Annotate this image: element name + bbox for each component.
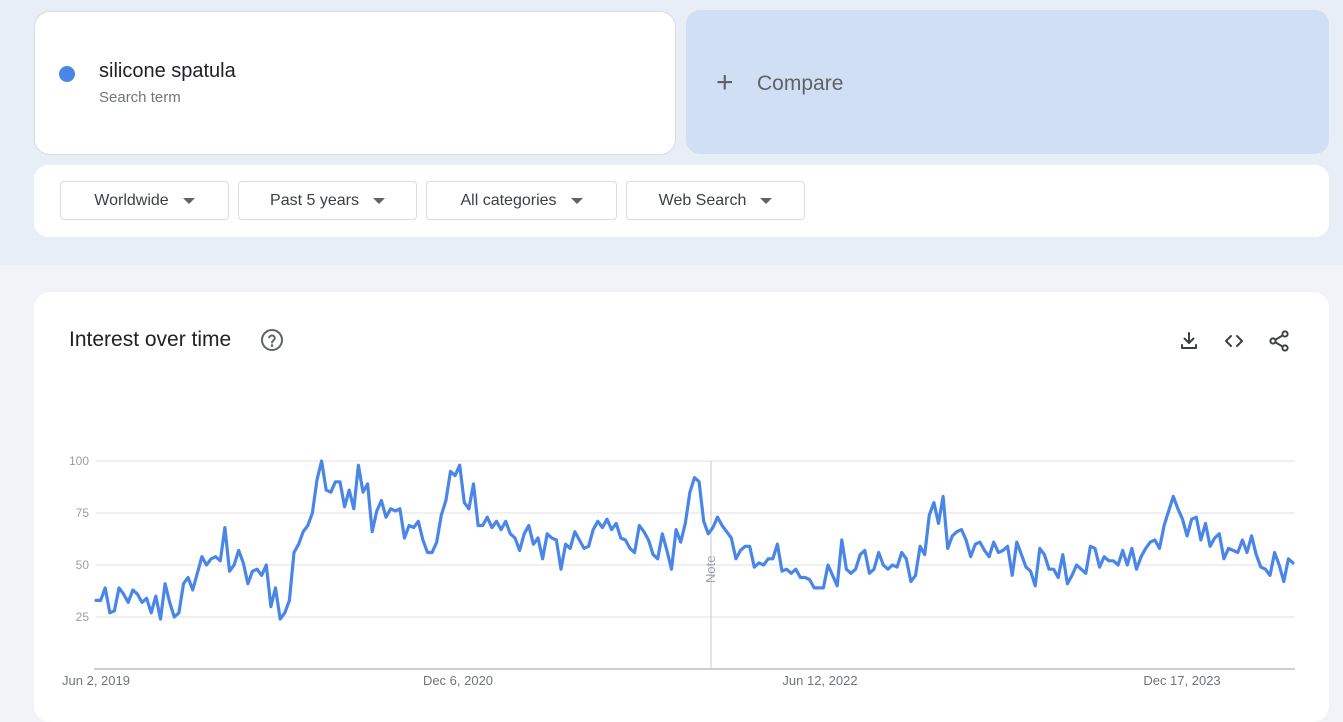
compare-label[interactable]: Compare <box>757 72 843 96</box>
y-tick-label: 75 <box>76 506 90 520</box>
series-color-dot <box>59 66 75 82</box>
series-line-0 <box>94 459 1295 621</box>
note-label: Note <box>703 556 718 583</box>
download-icon[interactable] <box>1177 329 1201 353</box>
interest-line-chart: 25 50 75 100 Note Jun 2, 2019 Dec 6, 2020 Jun 1… <box>62 454 1295 688</box>
help-circle-icon[interactable] <box>260 328 284 352</box>
time-range-dropdown-label: Past 5 years <box>270 191 359 209</box>
x-tick-label: Dec 17, 2023 <box>1143 673 1220 688</box>
region-dropdown-label: Worldwide <box>94 191 169 209</box>
time-range-dropdown[interactable]: Past 5 years <box>238 181 417 220</box>
x-tick-label: Jun 12, 2022 <box>782 673 857 688</box>
search-term-subtitle: Search term <box>99 89 181 106</box>
caret-down-icon <box>372 197 385 204</box>
search-term-name[interactable]: silicone spatula <box>99 60 236 83</box>
region-dropdown[interactable]: Worldwide <box>60 181 229 220</box>
y-tick-label: 50 <box>76 558 90 572</box>
share-icon[interactable] <box>1267 329 1291 353</box>
category-dropdown[interactable]: All categories <box>426 181 617 220</box>
y-tick-label: 25 <box>76 610 90 624</box>
x-tick-label: Dec 6, 2020 <box>423 673 493 688</box>
caret-down-icon <box>570 197 583 204</box>
plus-icon: + <box>716 66 734 99</box>
caret-down-icon <box>182 197 195 204</box>
code-icon[interactable] <box>1222 329 1246 353</box>
caret-down-icon <box>760 197 773 204</box>
category-dropdown-label: All categories <box>460 191 557 209</box>
y-tick-label: 100 <box>69 454 89 468</box>
panel-title: Interest over time <box>69 328 232 351</box>
search-type-dropdown[interactable]: Web Search <box>626 181 805 220</box>
x-tick-label: Jun 2, 2019 <box>62 673 130 688</box>
search-term-card[interactable] <box>34 11 676 155</box>
search-type-dropdown-label: Web Search <box>658 191 747 209</box>
